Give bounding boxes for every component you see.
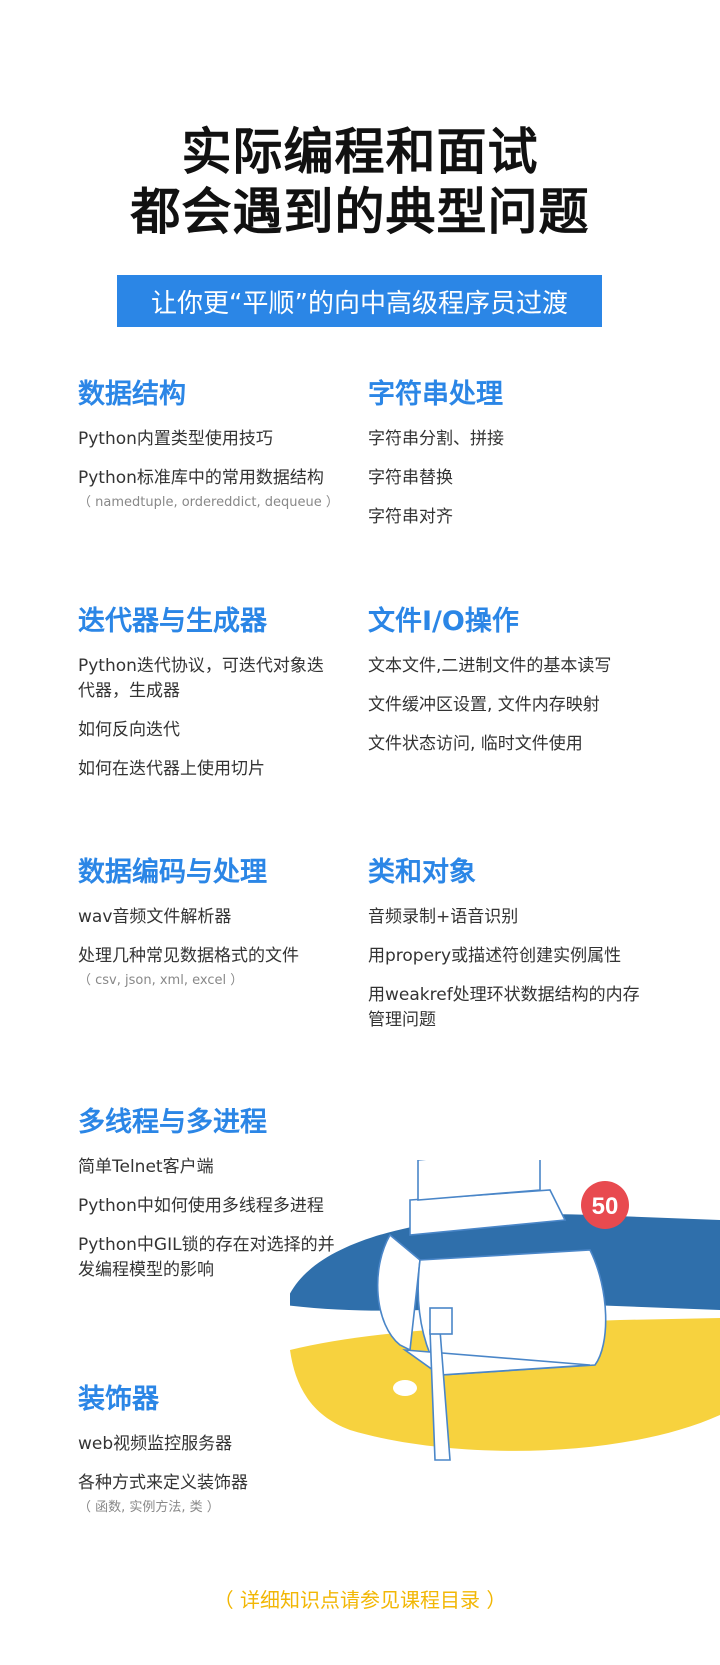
item-note: （ csv, json, xml, excel ） [78,973,244,988]
list-item: 各种方式来定义装饰器（ 函数, 实例方法, 类 ） [78,1471,378,1518]
section-data-structure: 数据结构 Python内置类型使用技巧 Python标准库中的常用数据结构（ n… [78,375,378,527]
section-threading: 多线程与多进程 简单Telnet客户端 Python中如何使用多线程多进程 Py… [78,1103,378,1297]
list-item: Python中如何使用多线程多进程 [78,1196,324,1216]
section-string: 字符串处理 字符串分割、拼接 字符串替换 字符串对齐 [368,375,668,544]
list-item: 用weakref处理环状数据结构的内存管理问题 [368,985,640,1030]
section-title: 数据结构 [78,379,186,410]
section-data-encoding: 数据编码与处理 wav音频文件解析器 处理几种常见数据格式的文件（ csv, j… [78,853,378,1005]
list-item: 如何在迭代器上使用切片 [78,759,265,779]
list-item: 音频录制+语音识别 [368,907,519,927]
list-item: wav音频文件解析器 [78,907,232,927]
section-title: 装饰器 [78,1384,159,1415]
list-item: 文本文件,二进制文件的基本读写 [368,656,612,676]
list-item: 字符串对齐 [368,507,453,527]
section-file-io: 文件I/O操作 文本文件,二进制文件的基本读写 文件缓冲区设置, 文件内存映射 … [368,602,668,771]
item-note: （ 函数, 实例方法, 类 ） [78,1500,220,1515]
list-item: 字符串替换 [368,468,453,488]
page-title-line-2: 都会遇到的典型问题 [130,183,590,241]
section-iterator: 迭代器与生成器 Python迭代协议，可迭代对象迭代器，生成器 如何反向迭代 如… [78,602,378,796]
section-title: 文件I/O操作 [368,606,519,637]
list-item: 如何反向迭代 [78,720,180,740]
subtitle-banner: 让你更“平顺”的向中高级程序员过渡 [117,275,602,327]
section-title: 多线程与多进程 [78,1107,267,1138]
list-item: Python内置类型使用技巧 [78,429,273,449]
section-class-object: 类和对象 音频录制+语音识别 用propery或描述符创建实例属性 用weakr… [368,853,668,1047]
section-decorator: 装饰器 web视频监控服务器 各种方式来定义装饰器（ 函数, 实例方法, 类 ） [78,1380,378,1532]
footer-note: （ 详细知识点请参见课程目录 ） [213,1588,507,1612]
list-item: 用propery或描述符创建实例属性 [368,946,622,966]
list-item: 文件缓冲区设置, 文件内存映射 [368,695,600,715]
list-item: Python中GIL锁的存在对选择的并发编程模型的影响 [78,1235,335,1280]
list-item: web视频监控服务器 [78,1434,233,1454]
section-title: 数据编码与处理 [78,857,267,888]
list-item: 处理几种常见数据格式的文件（ csv, json, xml, excel ） [78,944,378,991]
badge-count: 50 [592,1193,619,1220]
section-title: 字符串处理 [368,379,503,410]
section-title: 类和对象 [368,857,476,888]
list-item: 字符串分割、拼接 [368,429,504,449]
list-item: 文件状态访问, 临时文件使用 [368,734,583,754]
item-note: （ namedtuple, ordereddict, dequeue ） [78,495,339,510]
list-item: Python迭代协议，可迭代对象迭代器，生成器 [78,656,324,701]
section-title: 迭代器与生成器 [78,606,267,637]
list-item: 简单Telnet客户端 [78,1157,214,1177]
list-item: Python标准库中的常用数据结构（ namedtuple, ordereddi… [78,466,378,513]
